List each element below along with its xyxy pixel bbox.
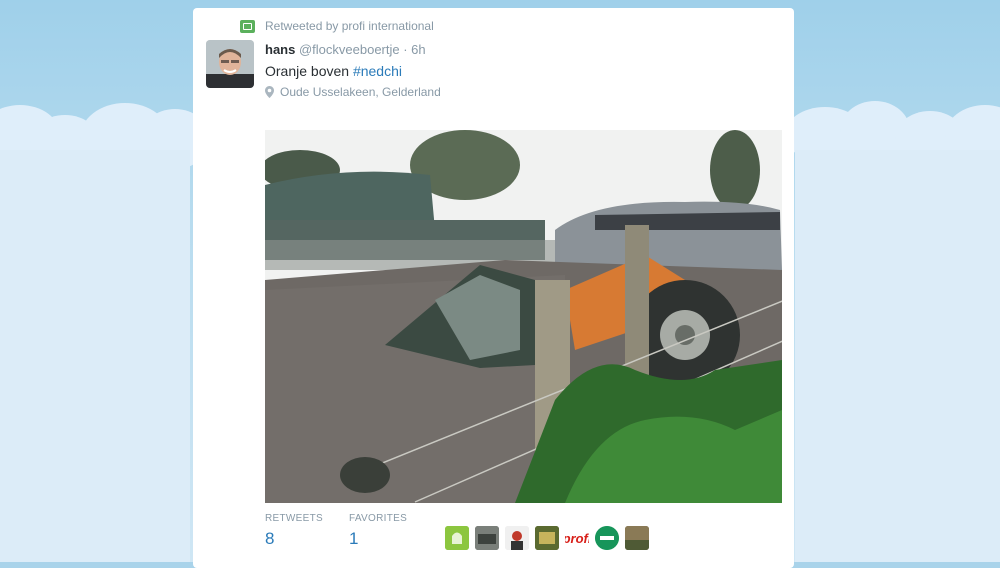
tweet-location[interactable]: Oude Usselakeen, Gelderland [265, 85, 441, 99]
retweet-context[interactable]: Retweeted by profi international [240, 19, 434, 33]
location-pin-icon [265, 86, 274, 98]
engager-avatar[interactable] [595, 526, 619, 550]
engager-avatar[interactable] [535, 526, 559, 550]
engager-avatar[interactable] [625, 526, 649, 550]
engager-avatar[interactable] [445, 526, 469, 550]
favorites-stat[interactable]: FAVORITES 1 [349, 513, 407, 549]
avatar[interactable] [206, 40, 254, 88]
retweets-stat[interactable]: RETWEETS 8 [265, 513, 323, 549]
tweet-card: Retweeted by profi international hans @f… [193, 8, 794, 568]
clouds-left [0, 95, 210, 562]
tweet-text-prefix: Oranje boven [265, 63, 353, 79]
retweet-text: Retweeted by profi international [265, 19, 434, 33]
engager-avatar[interactable] [505, 526, 529, 550]
user-name[interactable]: hans [265, 42, 295, 57]
tweet-header: hans @flockveeboertje · 6h [265, 42, 426, 57]
hashtag-link[interactable]: #nedchi [353, 63, 402, 79]
profi-logo-text: profi [565, 530, 589, 546]
favorites-label: FAVORITES [348, 513, 408, 524]
tweet-photo[interactable] [265, 130, 782, 503]
tweet-text: Oranje boven #nedchi [265, 63, 402, 79]
favorites-value: 1 [348, 529, 359, 548]
retweet-icon [240, 19, 255, 33]
engagement-avatars: profi [445, 526, 649, 550]
location-text: Oude Usselakeen, Gelderland [280, 85, 441, 99]
clouds-right [785, 95, 1000, 562]
tweet-stats: RETWEETS 8 FAVORITES 1 [265, 513, 407, 549]
engager-avatar[interactable] [475, 526, 499, 550]
user-handle[interactable]: @flockveeboertje [299, 42, 400, 57]
retweets-value: 8 [265, 529, 275, 548]
retweets-label: RETWEETS [265, 513, 323, 524]
tweet-time[interactable]: · 6h [403, 42, 425, 57]
profi-logo-avatar[interactable]: profi [565, 526, 589, 550]
